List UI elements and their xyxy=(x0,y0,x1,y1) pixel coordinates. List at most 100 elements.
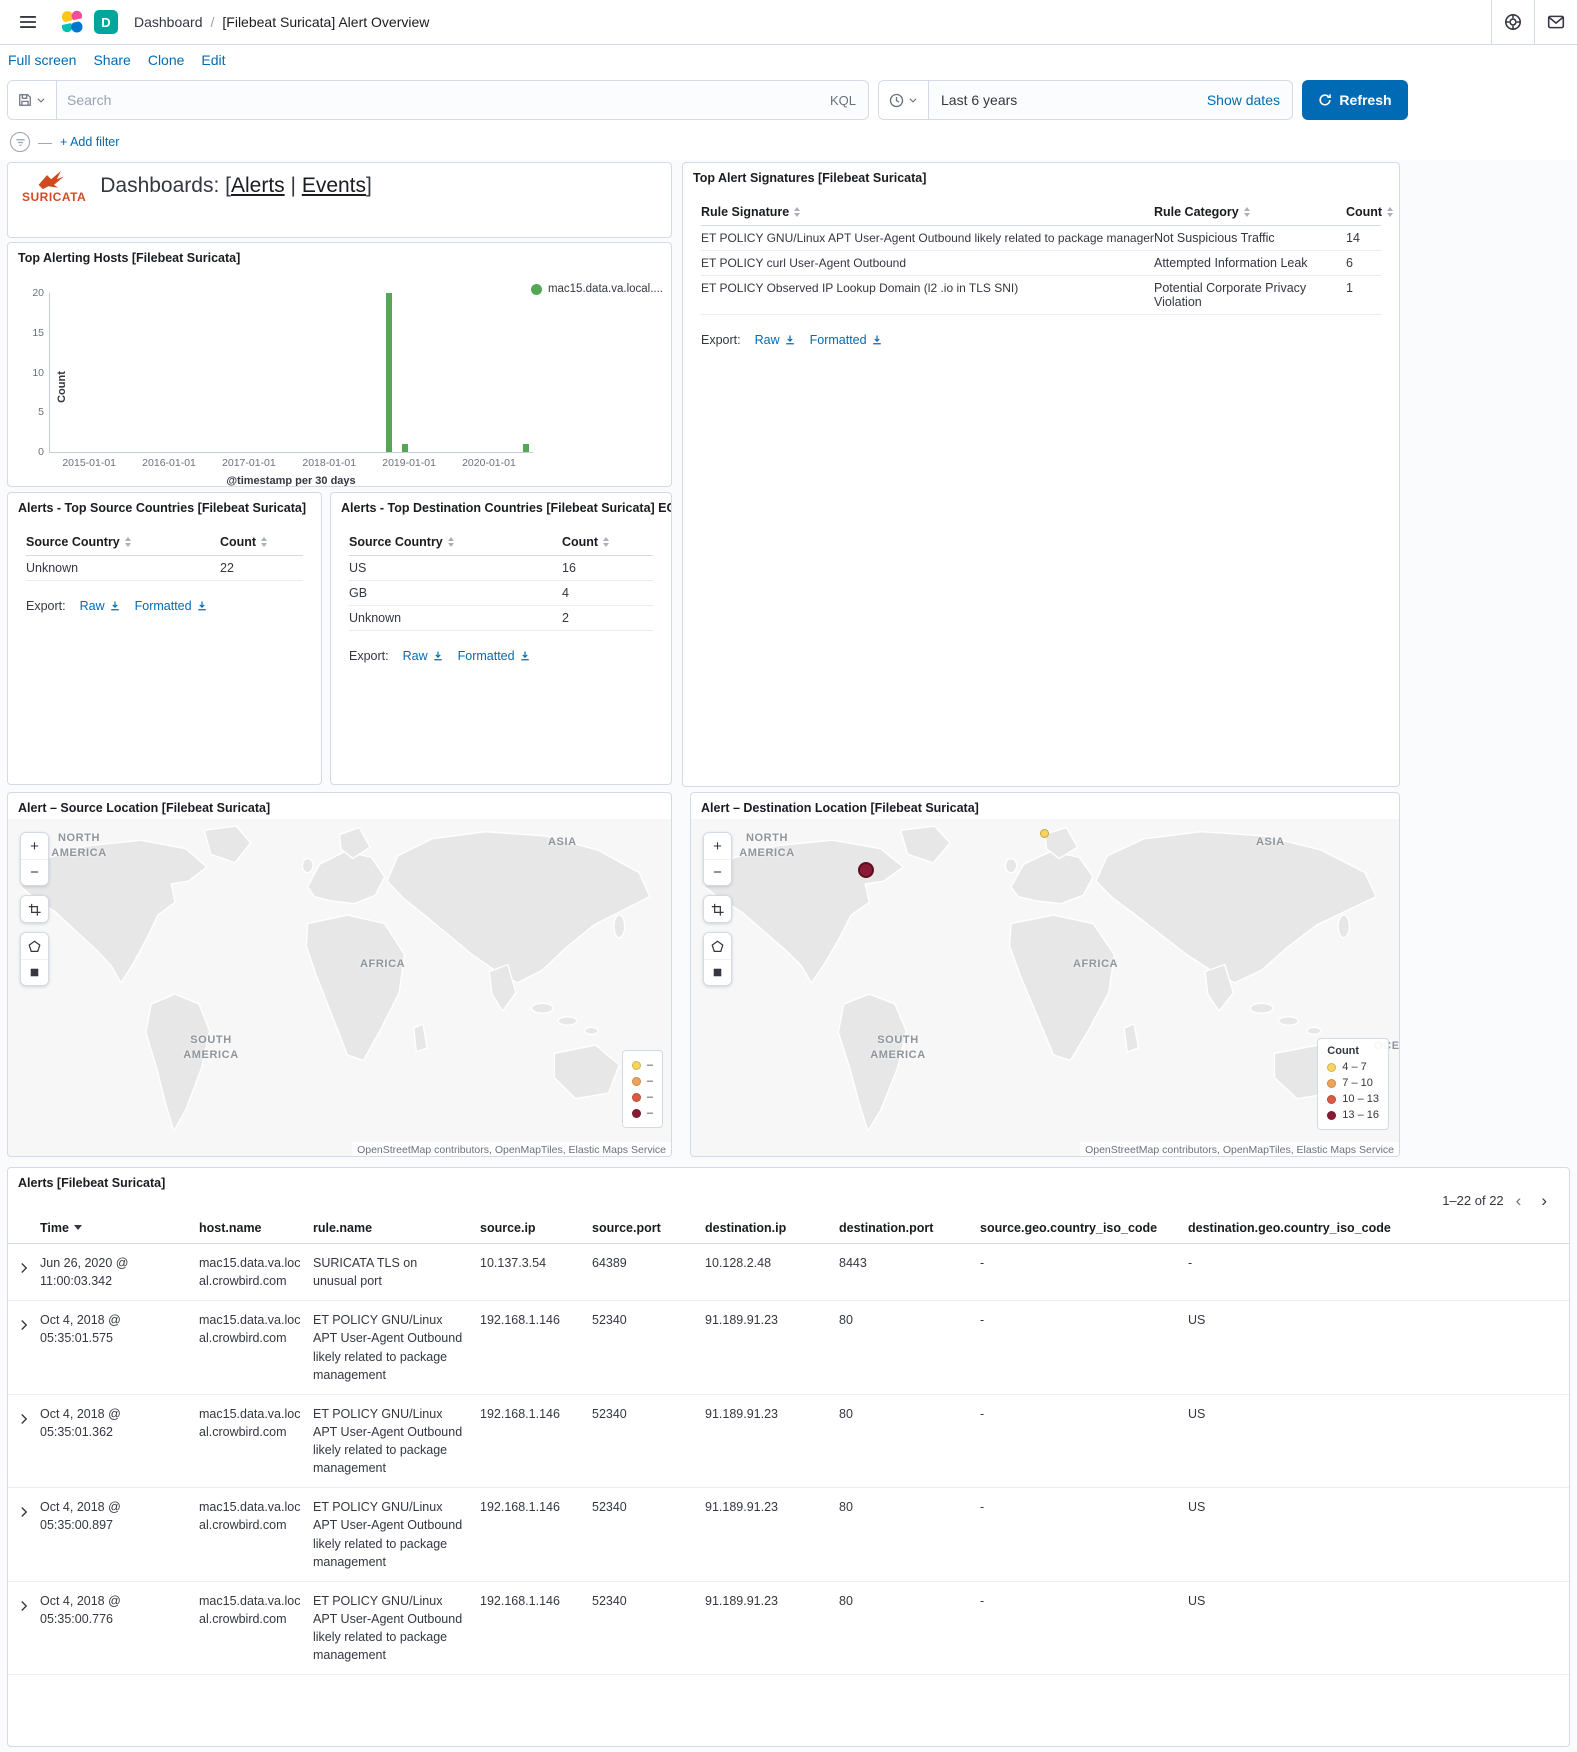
search-input[interactable] xyxy=(57,92,818,108)
column-header-time[interactable]: Time xyxy=(40,1213,199,1243)
map-canvas[interactable]: NORTH AMERICA ASIA AFRICA SOUTH AMERICA … xyxy=(691,819,1399,1157)
chart-legend-item[interactable]: mac15.data.va.local.... xyxy=(531,283,663,295)
zoom-out-button[interactable]: − xyxy=(704,859,731,885)
clone-button[interactable]: Clone xyxy=(148,52,185,68)
table-row: US 16 xyxy=(349,556,653,581)
dashboard-grid: SURICATA Dashboards: [Alerts | Events] T… xyxy=(0,160,1577,1752)
legend-label: 10 – 13 xyxy=(1342,1093,1379,1105)
map-attribution: OpenStreetMap contributors, OpenMapTiles… xyxy=(352,1142,671,1157)
mail-icon[interactable] xyxy=(1534,0,1577,44)
query-bar: KQL Last 6 years Show dates Refresh xyxy=(0,75,1577,126)
column-header-count[interactable]: Count xyxy=(220,535,303,549)
chart-bar[interactable] xyxy=(523,444,529,452)
share-button[interactable]: Share xyxy=(93,52,130,68)
column-header-count[interactable]: Count xyxy=(562,535,653,549)
map-marker[interactable] xyxy=(858,862,874,878)
panel-title[interactable]: Alerts - Top Source Countries [Filebeat … xyxy=(8,493,321,519)
export-formatted-link[interactable]: Formatted xyxy=(810,333,883,347)
draw-polygon-button[interactable] xyxy=(21,933,48,959)
column-header-source-country[interactable]: Source Country xyxy=(26,535,220,549)
add-filter-button[interactable]: + Add filter xyxy=(60,135,119,149)
signatures-table: Rule Signature Rule Category Count ET PO… xyxy=(683,189,1399,315)
breadcrumb-dashboard[interactable]: Dashboard xyxy=(134,14,203,30)
saved-query-menu-button[interactable] xyxy=(8,81,57,119)
table-row: Oct 4, 2018 @ 05:35:01.362 mac15.data.va… xyxy=(8,1395,1569,1489)
help-icon[interactable] xyxy=(1491,0,1534,44)
draw-bounds-button[interactable] xyxy=(21,959,48,985)
chart-bar[interactable] xyxy=(402,444,408,452)
panel-title[interactable]: Alert – Source Location [Filebeat Surica… xyxy=(8,793,671,819)
menu-icon[interactable] xyxy=(10,0,46,44)
column-header-source-country[interactable]: Source Country xyxy=(349,535,562,549)
world-map xyxy=(691,819,1399,1157)
expand-row-button[interactable] xyxy=(18,1498,30,1518)
cell-destination-geo: US xyxy=(1188,1488,1569,1581)
alerts-dashboard-link[interactable]: Alerts xyxy=(231,174,285,197)
column-header-rule-signature[interactable]: Rule Signature xyxy=(701,205,1154,219)
column-header-rule-name[interactable]: rule.name xyxy=(313,1213,480,1243)
column-header-destination-port[interactable]: destination.port xyxy=(839,1213,980,1243)
space-badge[interactable]: D xyxy=(94,10,118,34)
kql-toggle[interactable]: KQL xyxy=(818,93,868,108)
page-title: [Filebeat Suricata] Alert Overview xyxy=(222,14,429,30)
export-raw-link[interactable]: Raw xyxy=(403,649,444,663)
x-tick: 2016-01-01 xyxy=(142,457,196,469)
time-range-value[interactable]: Last 6 years xyxy=(929,92,1029,108)
cell-destination-port: 80 xyxy=(839,1395,980,1488)
map-canvas[interactable]: NORTH AMERICA ASIA AFRICA SOUTH AMERICA … xyxy=(8,819,671,1157)
draw-bounds-button[interactable] xyxy=(704,959,731,985)
filter-divider: — xyxy=(38,134,52,150)
column-header-source-geo[interactable]: source.geo.country_iso_code xyxy=(980,1213,1188,1243)
cell-source-port: 52340 xyxy=(592,1582,705,1675)
panel-title[interactable]: Alert – Destination Location [Filebeat S… xyxy=(691,793,1399,819)
pagination-prev-button[interactable]: ‹ xyxy=(1508,1192,1530,1209)
column-header-source-ip[interactable]: source.ip xyxy=(480,1213,592,1243)
export-formatted-link[interactable]: Formatted xyxy=(458,649,531,663)
refresh-button[interactable]: Refresh xyxy=(1302,80,1408,120)
column-header-source-port[interactable]: source.port xyxy=(592,1213,705,1243)
show-dates-button[interactable]: Show dates xyxy=(1195,92,1292,108)
crop-tool-button[interactable] xyxy=(21,896,48,922)
map-marker[interactable] xyxy=(1040,829,1049,838)
download-icon xyxy=(196,600,208,612)
legend-dot xyxy=(632,1061,641,1070)
refresh-icon xyxy=(1318,93,1332,107)
legend-dot xyxy=(1327,1063,1336,1072)
polygon-icon xyxy=(711,940,724,953)
filter-options-icon[interactable] xyxy=(10,132,30,152)
panel-title[interactable]: Alerts - Top Destination Countries [File… xyxy=(331,493,671,519)
cell-destination-port: 80 xyxy=(839,1582,980,1675)
draw-polygon-button[interactable] xyxy=(704,933,731,959)
crop-icon xyxy=(711,903,724,916)
cell-destination-ip: 91.189.91.23 xyxy=(705,1395,839,1488)
column-header-host-name[interactable]: host.name xyxy=(199,1213,313,1243)
column-header-count[interactable]: Count xyxy=(1346,205,1394,219)
cell-count: 6 xyxy=(1346,256,1381,270)
expand-row-button[interactable] xyxy=(18,1254,30,1274)
chart-bar[interactable] xyxy=(386,293,392,452)
events-dashboard-link[interactable]: Events xyxy=(302,174,366,197)
panel-title[interactable]: Top Alert Signatures [Filebeat Suricata] xyxy=(683,163,1399,189)
zoom-in-button[interactable]: + xyxy=(704,833,731,859)
export-raw-link[interactable]: Raw xyxy=(755,333,796,347)
full-screen-button[interactable]: Full screen xyxy=(8,52,76,68)
export-formatted-link[interactable]: Formatted xyxy=(135,599,208,613)
column-header-rule-category[interactable]: Rule Category xyxy=(1154,205,1346,219)
time-quick-menu-button[interactable] xyxy=(879,81,929,119)
panel-title[interactable]: Top Alerting Hosts [Filebeat Suricata] xyxy=(8,243,671,269)
expand-row-button[interactable] xyxy=(18,1405,30,1425)
column-header-destination-ip[interactable]: destination.ip xyxy=(705,1213,839,1243)
cell-source-geo: - xyxy=(980,1301,1188,1394)
pagination-next-button[interactable]: › xyxy=(1533,1192,1555,1209)
edit-button[interactable]: Edit xyxy=(201,52,225,68)
zoom-out-button[interactable]: − xyxy=(21,859,48,885)
pagination: 1–22 of 22 ‹ › xyxy=(8,1190,1569,1213)
cell-host-name: mac15.data.va.local.crowbird.com xyxy=(199,1395,313,1488)
panel-title[interactable]: Alerts [Filebeat Suricata] xyxy=(8,1168,1569,1190)
expand-row-button[interactable] xyxy=(18,1592,30,1612)
crop-tool-button[interactable] xyxy=(704,896,731,922)
expand-row-button[interactable] xyxy=(18,1311,30,1331)
column-header-destination-geo[interactable]: destination.geo.country_iso_code xyxy=(1188,1213,1569,1243)
export-raw-link[interactable]: Raw xyxy=(80,599,121,613)
zoom-in-button[interactable]: + xyxy=(21,833,48,859)
